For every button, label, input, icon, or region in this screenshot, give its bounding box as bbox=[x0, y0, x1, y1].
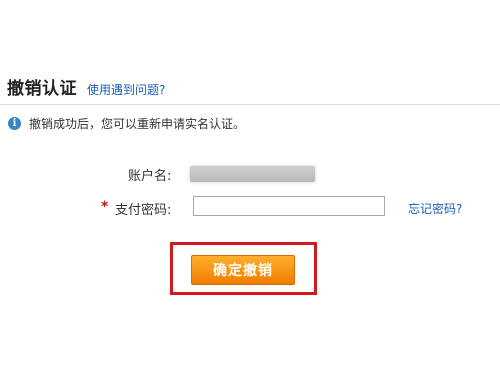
page-header: 撤销认证 使用遇到问题? bbox=[7, 74, 165, 99]
page-title: 撤销认证 bbox=[7, 79, 77, 99]
info-notice: i 撤销成功后，您可以重新申请实名认证。 bbox=[8, 115, 245, 132]
password-label: 支付密码: bbox=[115, 203, 172, 218]
account-label: 账户名: bbox=[128, 169, 172, 184]
header-divider bbox=[0, 104, 500, 105]
info-icon: i bbox=[8, 117, 21, 130]
required-mark: * bbox=[101, 199, 109, 215]
payment-password-input[interactable] bbox=[193, 196, 385, 216]
forgot-password-link[interactable]: 忘记密码? bbox=[408, 200, 462, 217]
account-name-masked bbox=[190, 166, 315, 182]
info-text: 撤销成功后，您可以重新申请实名认证。 bbox=[29, 117, 246, 131]
help-link[interactable]: 使用遇到问题? bbox=[87, 81, 165, 98]
confirm-revoke-button[interactable]: 确定撤销 bbox=[191, 255, 295, 285]
